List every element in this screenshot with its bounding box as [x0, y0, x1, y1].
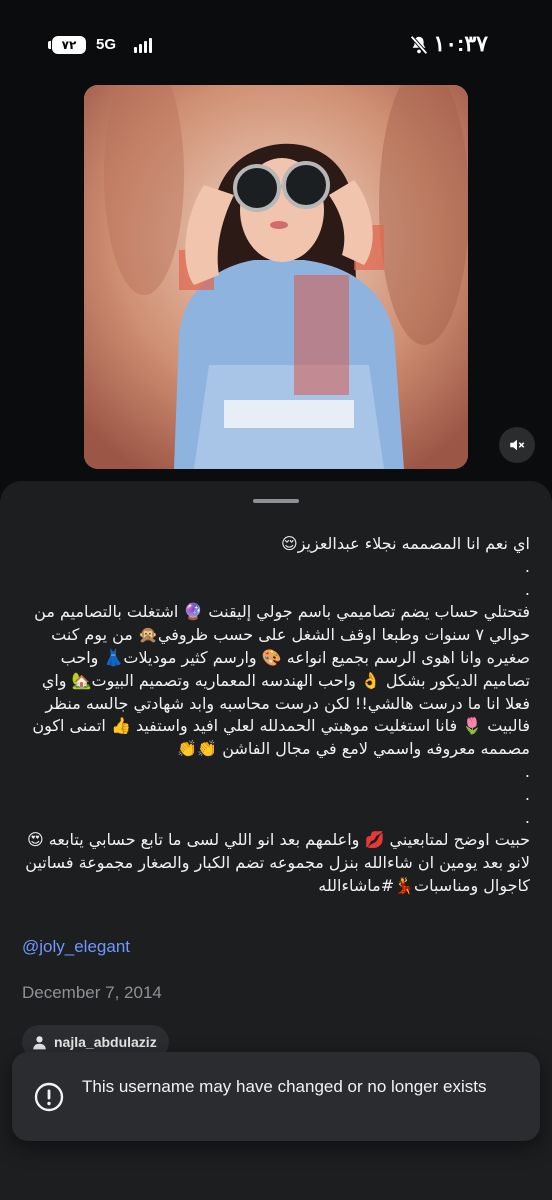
post-image[interactable] [84, 85, 468, 469]
girl-portrait-image [84, 85, 468, 469]
user-tag-label: najla_abdulaziz [54, 1034, 157, 1050]
battery-icon: ٧٢ [52, 36, 86, 54]
status-bar: ٧٢ 5G ١٠:٣٧ [0, 0, 552, 90]
network-type: 5G [96, 36, 117, 53]
toast-message: This username may have changed or no lon… [82, 1077, 487, 1096]
clock: ١٠:٣٧ [433, 31, 488, 56]
mentioned-account-link[interactable]: @joly_elegant [22, 937, 130, 957]
post-date: December 7, 2014 [22, 983, 162, 1002]
person-icon [33, 1035, 46, 1049]
battery-level: ٧٢ [61, 38, 77, 52]
bell-muted-icon [410, 35, 428, 55]
drag-handle[interactable] [253, 499, 299, 503]
signal-icon [134, 37, 158, 53]
battery-nub [48, 41, 51, 49]
mute-button[interactable] [499, 427, 535, 463]
username-changed-toast: This username may have changed or no lon… [12, 1052, 540, 1141]
exclamation-circle-icon [34, 1082, 64, 1112]
speaker-muted-icon [510, 439, 525, 451]
post-caption: اي نعم انا المصممه نجلاء عبدالعزيز😌 . . … [25, 534, 530, 895]
